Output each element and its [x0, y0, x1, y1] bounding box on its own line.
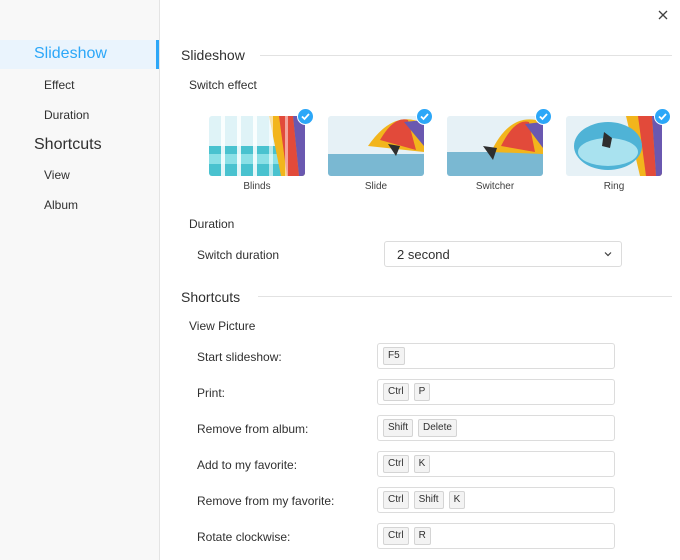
shortcut-label: Remove from album: — [197, 422, 309, 436]
switch-effect-label: Switch effect — [189, 78, 257, 92]
key-cap: R — [413, 527, 431, 545]
selection-indicator — [156, 40, 159, 69]
effect-thumb-ring[interactable] — [566, 116, 662, 176]
shortcut-field[interactable]: Ctrl K — [377, 451, 615, 477]
shortcut-label: Add to my favorite: — [197, 458, 298, 472]
key-cap: Shift — [413, 491, 444, 509]
shortcut-keys: Ctrl P — [383, 383, 431, 401]
key-cap: Ctrl — [383, 455, 409, 473]
key-cap: Ctrl — [383, 491, 409, 509]
key-cap: Ctrl — [383, 527, 409, 545]
effect-label: Ring — [603, 181, 625, 192]
key-cap: Shift — [383, 419, 414, 437]
key-cap: P — [413, 383, 431, 401]
check-icon — [297, 108, 314, 125]
close-icon — [658, 10, 668, 20]
key-cap: Delete — [418, 419, 457, 437]
shortcut-keys: Ctrl R — [383, 527, 431, 545]
effect-label: Blinds — [243, 181, 271, 192]
section-title-slideshow: Slideshow — [181, 47, 245, 63]
shortcut-label: Start slideshow: — [197, 350, 282, 364]
check-icon — [416, 108, 433, 125]
shortcut-field[interactable]: Shift Delete — [377, 415, 615, 441]
close-button[interactable] — [654, 6, 672, 24]
check-icon — [654, 108, 671, 125]
chevron-down-icon — [604, 252, 612, 257]
shortcut-keys: Ctrl K — [383, 455, 431, 473]
shortcut-label: Print: — [197, 386, 226, 400]
blinds-preview-image — [209, 116, 305, 176]
shortcut-label: Rotate clockwise: — [197, 530, 291, 544]
sidebar-item-duration[interactable]: Duration — [44, 108, 89, 122]
shortcut-keys: F5 — [383, 347, 405, 365]
switch-duration-label: Switch duration — [197, 248, 280, 262]
effect-label: Slide — [364, 181, 388, 192]
sidebar-item-shortcuts[interactable]: Shortcuts — [34, 136, 102, 154]
sidebar: Slideshow Effect Duration Shortcuts View… — [0, 0, 160, 560]
key-cap: F5 — [383, 347, 405, 365]
key-cap: K — [413, 455, 431, 473]
section-divider — [258, 296, 672, 297]
shortcut-label: Remove from my favorite: — [197, 494, 335, 508]
key-cap: K — [448, 491, 466, 509]
sidebar-item-album[interactable]: Album — [44, 198, 78, 212]
duration-label: Duration — [189, 217, 235, 231]
effect-label: Switcher — [475, 181, 515, 192]
shortcut-field[interactable]: Ctrl R — [377, 523, 615, 549]
switcher-preview-image — [447, 116, 543, 176]
shortcut-keys: Shift Delete — [383, 419, 457, 437]
sidebar-item-view[interactable]: View — [44, 168, 70, 182]
view-picture-label: View Picture — [189, 319, 256, 333]
shortcut-field[interactable]: F5 — [377, 343, 615, 369]
key-cap: Ctrl — [383, 383, 409, 401]
effect-thumb-blinds[interactable] — [209, 116, 305, 176]
effect-thumb-slide[interactable] — [328, 116, 424, 176]
ring-preview-image — [566, 116, 662, 176]
sidebar-item-slideshow[interactable]: Slideshow — [0, 40, 159, 69]
switch-duration-select[interactable]: 2 second — [384, 241, 622, 267]
sidebar-item-effect[interactable]: Effect — [44, 78, 74, 92]
shortcut-field[interactable]: Ctrl Shift K — [377, 487, 615, 513]
sidebar-item-label: Slideshow — [34, 45, 107, 62]
shortcut-field[interactable]: Ctrl P — [377, 379, 615, 405]
section-divider — [260, 55, 672, 56]
section-title-shortcuts: Shortcuts — [181, 289, 241, 305]
switch-duration-value: 2 second — [397, 247, 450, 262]
shortcut-keys: Ctrl Shift K — [383, 491, 466, 509]
effect-thumb-switcher[interactable] — [447, 116, 543, 176]
check-icon — [535, 108, 552, 125]
slide-preview-image — [328, 116, 424, 176]
